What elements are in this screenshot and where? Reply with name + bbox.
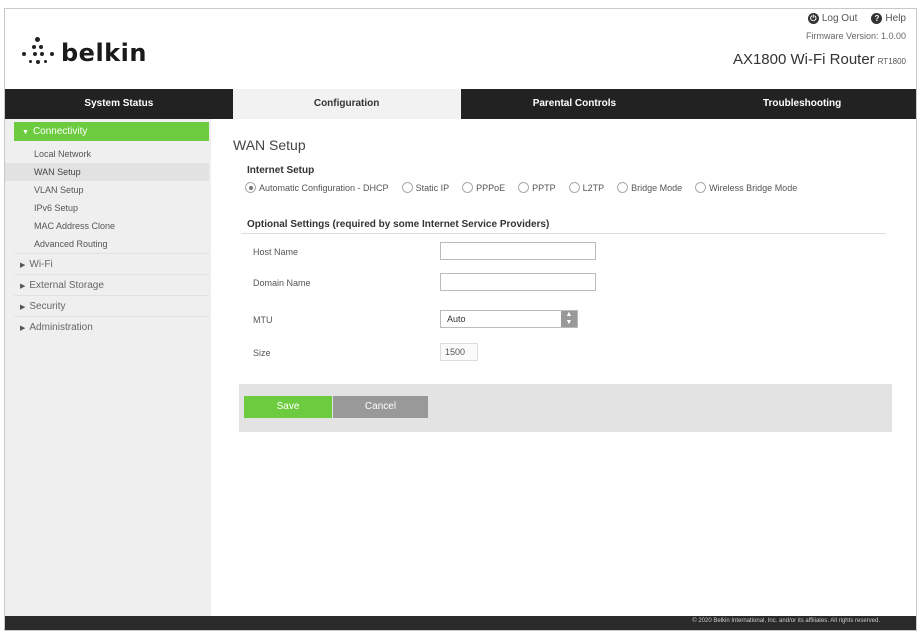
router-model-code: RT1800 <box>877 57 906 66</box>
main-content: WAN Setup Internet Setup Automatic Confi… <box>211 119 916 616</box>
sidebar-group-administration[interactable]: ▶ Administration <box>14 316 209 337</box>
router-model-name: AX1800 Wi-Fi Router <box>732 51 875 68</box>
sidebar-group-label: Wi-Fi <box>29 259 53 270</box>
belkin-logo: belkin <box>19 33 147 73</box>
router-model: AX1800 Wi-Fi Router RT1800 <box>733 51 906 68</box>
sidebar-item-local-network[interactable]: Local Network <box>5 145 211 163</box>
radio-circle <box>568 182 580 193</box>
top-links: ⏻ Log Out ? Help <box>807 13 906 24</box>
section-divider <box>241 233 886 234</box>
sidebar-item-advanced-routing[interactable]: Advanced Routing <box>5 235 211 253</box>
sidebar-group-label: External Storage <box>29 280 104 291</box>
sidebar-item-wan-setup[interactable]: WAN Setup <box>5 163 209 181</box>
size-value: 1500 <box>440 343 478 361</box>
chevron-right-icon: ▶ <box>20 262 26 269</box>
host-name-label: Host Name <box>253 247 299 257</box>
host-name-input[interactable] <box>440 242 596 260</box>
sidebar-item-ipv6-setup[interactable]: IPv6 Setup <box>5 199 211 217</box>
sidebar-group-label: Connectivity <box>32 126 88 137</box>
tab-system-status[interactable]: System Status <box>5 89 233 119</box>
logout-link[interactable]: ⏻ Log Out <box>807 13 858 24</box>
radio-dhcp[interactable]: Automatic Configuration - DHCP <box>245 182 389 193</box>
domain-name-input[interactable] <box>440 273 596 291</box>
power-icon: ⏻ <box>807 13 819 24</box>
header: belkin ⏻ Log Out ? Help Firmware Version… <box>5 9 916 89</box>
radio-label: PPPoE <box>476 182 506 193</box>
radio-pptp[interactable]: PPTP <box>518 182 556 193</box>
action-bar: Save Cancel <box>239 384 892 432</box>
chevron-right-icon: ▶ <box>20 325 26 332</box>
connection-type-group: Automatic Configuration - DHCP Static IP… <box>245 182 810 193</box>
mtu-select[interactable]: Auto ▲ ▼ <box>440 310 578 328</box>
help-label: Help <box>885 13 906 24</box>
logout-label: Log Out <box>821 13 858 24</box>
tab-troubleshooting[interactable]: Troubleshooting <box>688 89 916 119</box>
sidebar-item-mac-address-clone[interactable]: MAC Address Clone <box>5 217 211 235</box>
radio-circle <box>695 182 707 193</box>
chevron-right-icon: ▶ <box>20 283 26 290</box>
copyright-text: © 2020 Belkin International, Inc. and/or… <box>692 618 880 624</box>
footer: © 2020 Belkin International, Inc. and/or… <box>5 616 916 630</box>
radio-label: Automatic Configuration - DHCP <box>259 182 389 193</box>
internet-setup-title: Internet Setup <box>247 165 315 176</box>
belkin-logo-icon <box>19 35 55 71</box>
radio-circle <box>518 182 530 193</box>
sidebar-item-vlan-setup[interactable]: VLAN Setup <box>5 181 211 199</box>
sidebar-group-external-storage[interactable]: ▶ External Storage <box>14 274 209 295</box>
radio-wireless-bridge-mode[interactable]: Wireless Bridge Mode <box>695 182 797 193</box>
logo-text: belkin <box>61 39 147 67</box>
radio-circle <box>462 182 474 193</box>
sidebar-group-label: Security <box>29 301 66 312</box>
sidebar-group-connectivity[interactable]: ▼ Connectivity <box>14 122 209 141</box>
help-icon: ? <box>871 13 883 24</box>
cancel-button[interactable]: Cancel <box>333 396 428 418</box>
mtu-select-value: Auto <box>447 314 466 324</box>
chevron-right-icon: ▶ <box>20 304 26 311</box>
size-label: Size <box>253 348 271 358</box>
sidebar-group-wifi[interactable]: ▶ Wi-Fi <box>14 253 209 274</box>
radio-label: PPTP <box>532 182 556 193</box>
sidebar-group-security[interactable]: ▶ Security <box>14 295 209 316</box>
radio-label: Wireless Bridge Mode <box>709 182 798 193</box>
sidebar: ▼ Connectivity Local Network WAN Setup VL… <box>5 119 211 616</box>
radio-label: Static IP <box>415 182 450 193</box>
firmware-version: Firmware Version: 1.0.00 <box>805 31 906 41</box>
mtu-label: MTU <box>253 315 273 325</box>
domain-name-label: Domain Name <box>253 278 311 288</box>
save-button[interactable]: Save <box>244 396 332 418</box>
router-admin-window: belkin ⏻ Log Out ? Help Firmware Version… <box>4 8 917 631</box>
radio-label: Bridge Mode <box>631 182 683 193</box>
radio-circle <box>245 182 256 193</box>
tab-configuration[interactable]: Configuration <box>232 89 461 119</box>
sidebar-group-label: Administration <box>29 322 93 333</box>
radio-l2tp[interactable]: L2TP <box>568 182 605 193</box>
page-title: WAN Setup <box>233 137 306 153</box>
updown-arrows-icon: ▲ ▼ <box>561 311 577 327</box>
radio-static-ip[interactable]: Static IP <box>401 182 450 193</box>
radio-circle <box>617 182 629 193</box>
radio-circle <box>401 182 413 193</box>
chevron-down-icon: ▼ <box>22 129 29 136</box>
tab-parental-controls[interactable]: Parental Controls <box>461 89 689 119</box>
radio-label: L2TP <box>582 182 605 193</box>
help-link[interactable]: ? Help <box>871 13 906 24</box>
radio-pppoe[interactable]: PPPoE <box>462 182 505 193</box>
optional-settings-title: Optional Settings (required by some Inte… <box>247 219 550 230</box>
main-nav: System Status Configuration Parental Con… <box>5 89 916 119</box>
radio-bridge-mode[interactable]: Bridge Mode <box>617 182 682 193</box>
